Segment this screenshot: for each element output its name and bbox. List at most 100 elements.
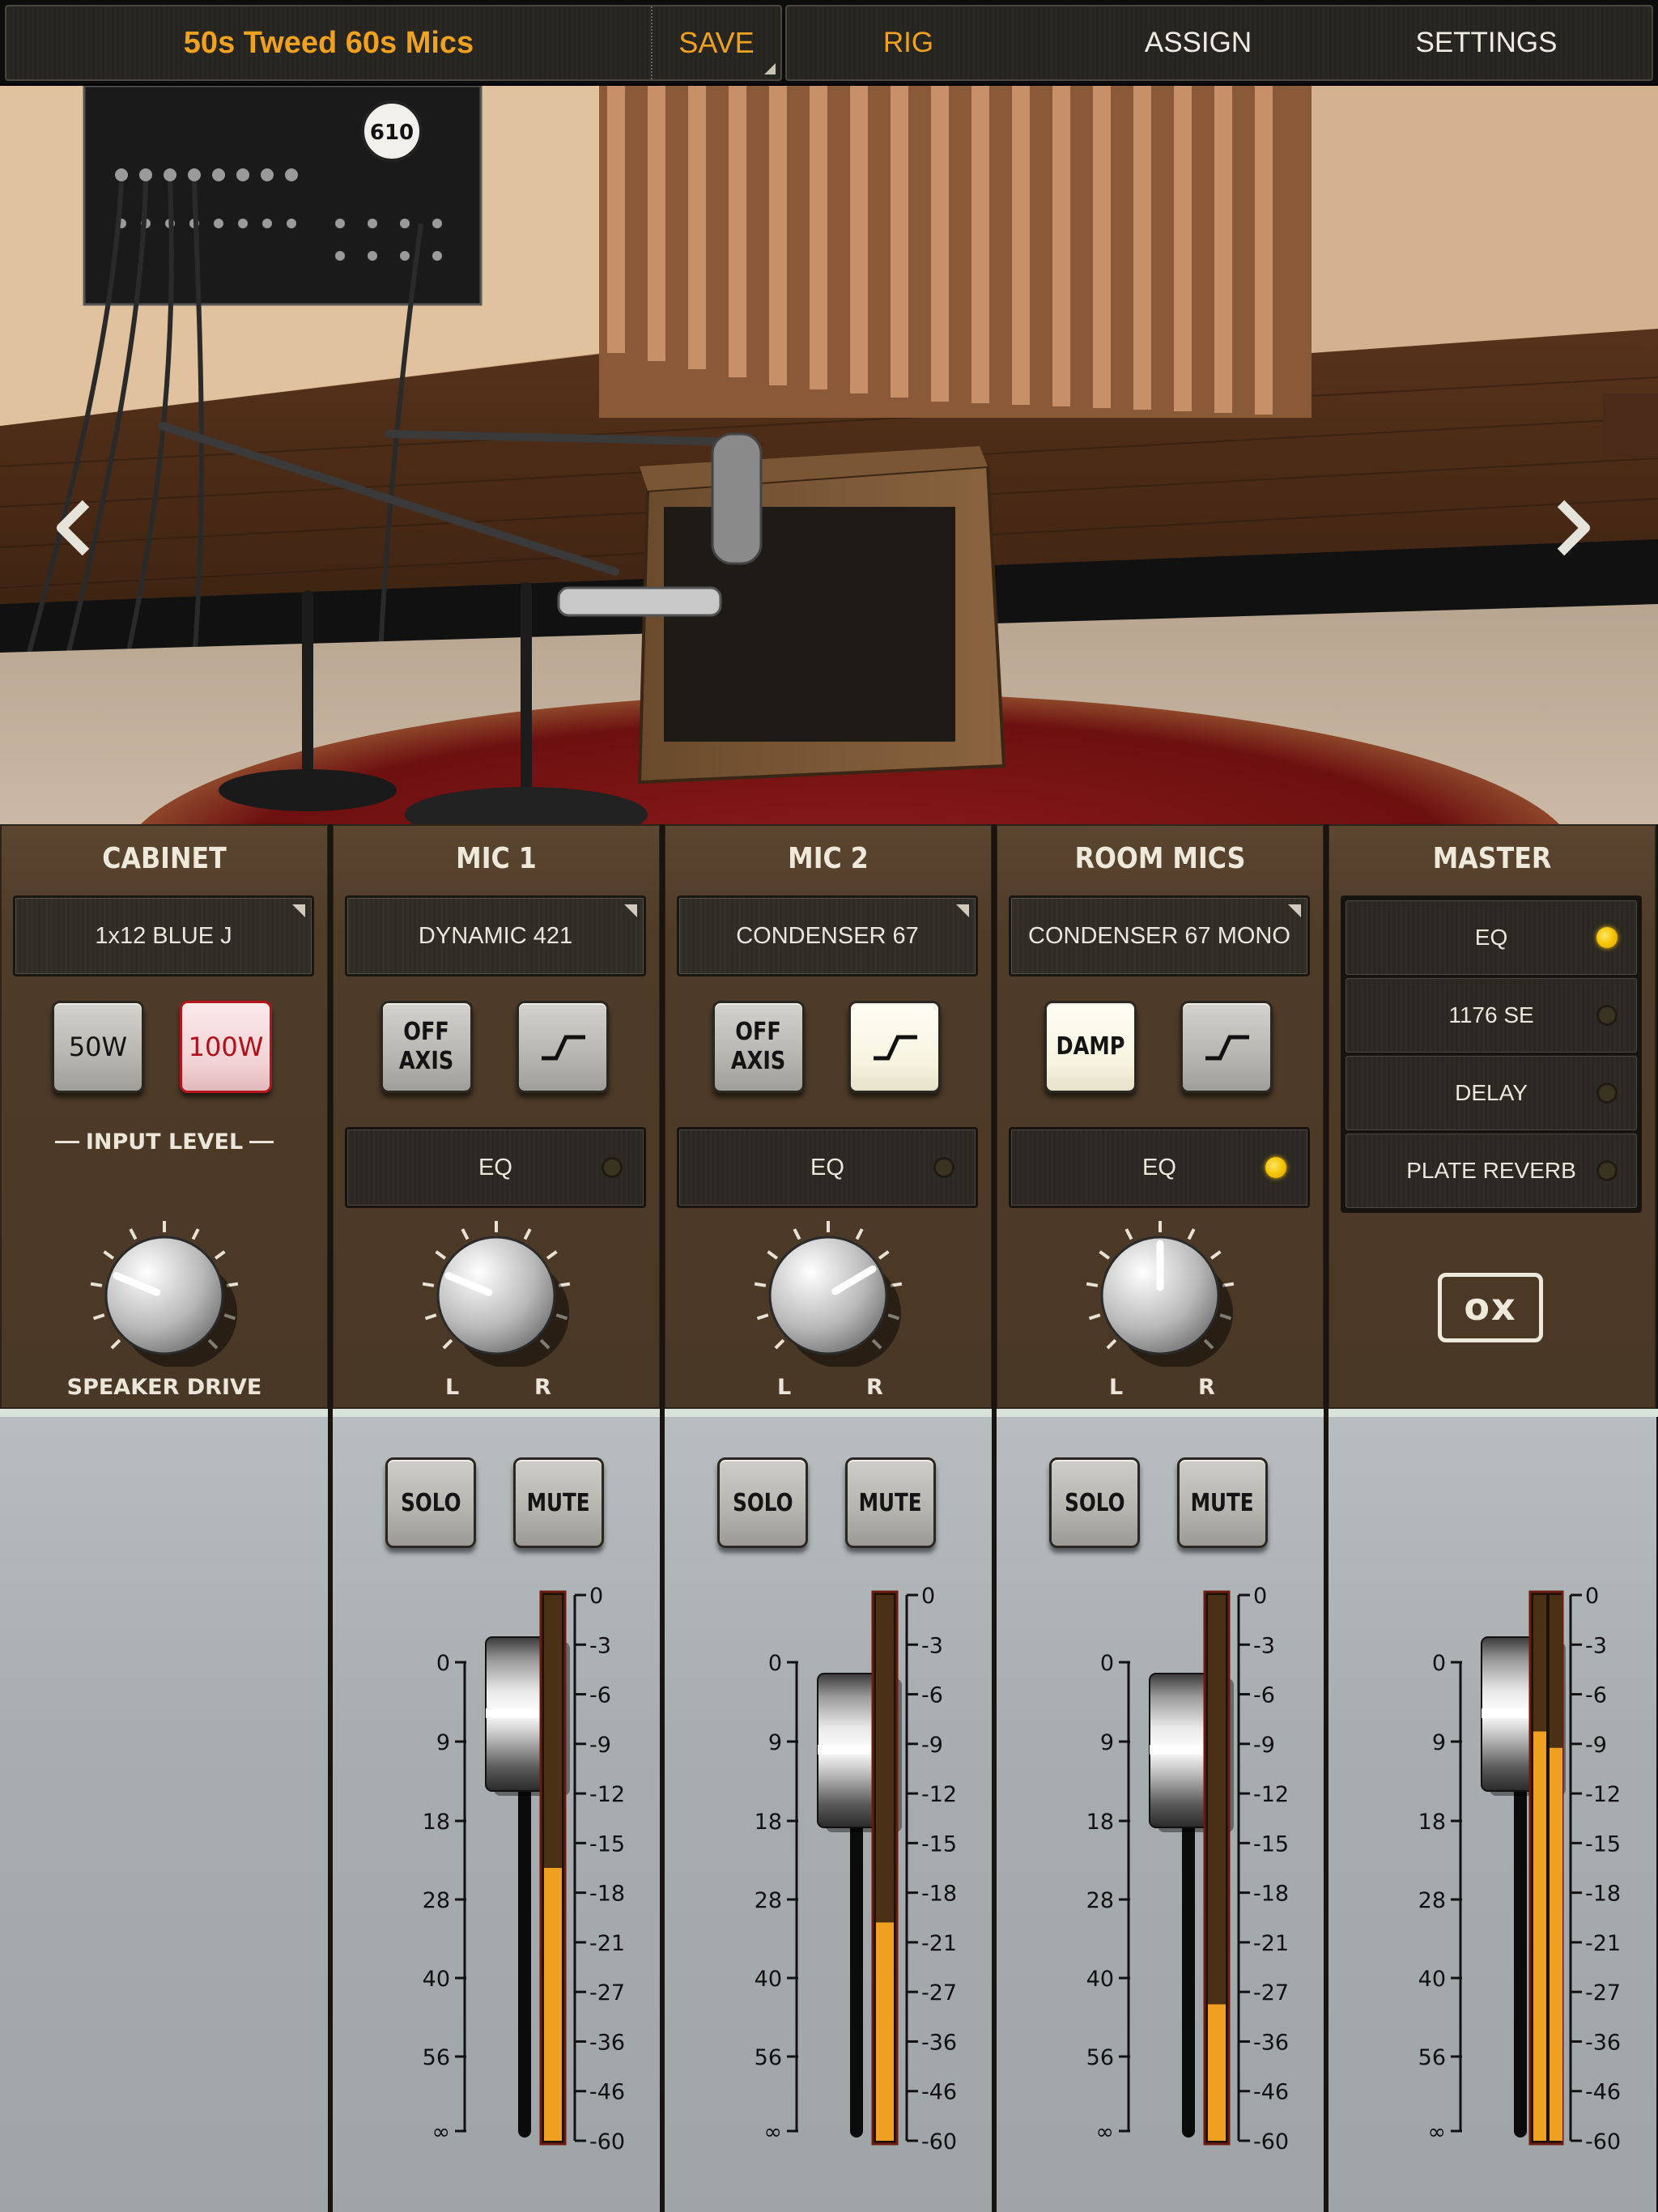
room-lowcut-button[interactable] — [1180, 1001, 1273, 1093]
master-fx-eq[interactable]: EQ — [1346, 900, 1637, 975]
master-fx-delay[interactable]: DELAY — [1346, 1056, 1637, 1130]
mic2-pan-knob[interactable] — [664, 1221, 993, 1368]
room-pan-knob[interactable] — [996, 1221, 1324, 1368]
cabinet-strip: CABINET 1x12 BLUE J 50W 100W INPUT LEVEL… — [0, 824, 329, 2212]
low-cut-filter-icon — [1205, 1035, 1249, 1061]
mic2-off-axis-button[interactable]: OFF AXIS — [712, 1001, 805, 1093]
room-mics-model-selector[interactable]: CONDENSER 67 MONO — [1009, 895, 1310, 976]
save-label: SAVE — [678, 26, 755, 59]
column-separator — [328, 824, 333, 2212]
mic2-off-axis-line2: AXIS — [731, 1047, 786, 1075]
fader-scale-label: ∞ — [764, 2120, 783, 2145]
fader-scale-label: 40 — [755, 1967, 782, 1992]
input-level-label: INPUT LEVEL — [49, 1125, 280, 1158]
speaker-drive-knob-area: SPEAKER DRIVE — [0, 1221, 329, 1409]
knob-tick — [878, 1250, 890, 1260]
room-mics-strip: ROOM MICS CONDENSER 67 MONO DAMP EQ L R … — [996, 824, 1324, 2212]
fader-scale-label: 40 — [423, 1967, 450, 1992]
room-mics-title: ROOM MICS — [1074, 842, 1246, 875]
meter-scale-label: -21 — [1585, 1931, 1621, 1956]
meter-scale-label: -12 — [1253, 1782, 1289, 1807]
meter-scale-label: -18 — [1253, 1882, 1289, 1907]
meter-scale-label: -21 — [1253, 1931, 1289, 1956]
meter-scale-label: -3 — [589, 1633, 611, 1658]
master-fx-plate-reverb-led — [1596, 1160, 1618, 1181]
save-button[interactable]: SAVE — [653, 6, 780, 79]
cabinet-model-selector[interactable]: 1x12 BLUE J — [13, 895, 314, 976]
meter-scale-label: -6 — [1585, 1683, 1607, 1708]
prev-scene-button[interactable] — [53, 499, 102, 572]
mic2-lowcut-button[interactable] — [848, 1001, 941, 1093]
next-scene-button[interactable] — [1553, 499, 1601, 572]
dropdown-corner-icon — [956, 904, 969, 917]
master-fx-1176[interactable]: 1176 SE — [1346, 978, 1637, 1053]
knob-tick — [774, 1338, 785, 1350]
mic2-off-axis-line1: OFF — [735, 1018, 782, 1046]
meter-scale-label: -27 — [1585, 1980, 1621, 2006]
mic1-eq-toggle[interactable]: EQ — [345, 1127, 646, 1208]
fader-scale-label: 18 — [1086, 1810, 1114, 1835]
master-fx-list: EQ 1176 SE DELAY PLATE REVERB — [1341, 895, 1642, 1213]
dropdown-corner-icon — [1288, 904, 1301, 917]
room-pan-l-label: L — [1109, 1375, 1124, 1400]
meter-scale-label: -36 — [1253, 2030, 1289, 2055]
power-100w-button[interactable]: 100W — [180, 1001, 272, 1093]
room-eq-toggle[interactable]: EQ — [1009, 1127, 1310, 1208]
meter-scale-label: -46 — [1253, 2080, 1289, 2105]
mixer-strips: CABINET 1x12 BLUE J 50W 100W INPUT LEVEL… — [0, 824, 1658, 2212]
tab-assign[interactable]: ASSIGN — [1077, 6, 1320, 79]
fader-scale-label: 28 — [1086, 1888, 1114, 1913]
mic2-eq-label: EQ — [810, 1155, 844, 1180]
power-50w-button[interactable]: 50W — [52, 1001, 144, 1093]
mic1-pan-knob[interactable] — [332, 1221, 661, 1368]
mic2-fader-and-meter[interactable]: 0 9 18 28 40 56 ∞ 0 -3 -6 -9 -12 -15 -18 -21 -27 -36 -46 -… — [664, 1409, 993, 2212]
mic1-pan-l-label: L — [445, 1375, 460, 1400]
fader-scale-label: 56 — [755, 2045, 782, 2070]
tab-settings[interactable]: SETTINGS — [1365, 6, 1608, 79]
meter-scale-label: -60 — [921, 2129, 957, 2155]
knob-tick — [855, 1228, 864, 1240]
mic2-eq-led — [933, 1157, 954, 1178]
fader-scale-label: 40 — [1086, 1967, 1114, 1992]
fader-scale-label: 9 — [436, 1730, 450, 1755]
mic2-eq-toggle[interactable]: EQ — [677, 1127, 978, 1208]
chevron-left-icon — [57, 500, 90, 556]
mic1-lowcut-button[interactable] — [517, 1001, 609, 1093]
meter-scale-label: -60 — [1253, 2129, 1289, 2155]
meter-scale-label: -6 — [589, 1683, 611, 1708]
mic1-off-axis-button[interactable]: OFF AXIS — [380, 1001, 473, 1093]
mic1-off-axis-line1: OFF — [403, 1018, 450, 1046]
power-50w-label: 50W — [68, 1032, 128, 1062]
meter-level — [544, 1868, 562, 2141]
knob-tick — [1209, 1250, 1222, 1260]
meter-scale-label: -18 — [1585, 1882, 1621, 1907]
meter-scale-label: -15 — [921, 1831, 957, 1857]
speaker-drive-knob[interactable] — [0, 1221, 329, 1368]
fader-scale-label: ∞ — [1428, 2120, 1447, 2145]
fader-scale-label: 9 — [1100, 1730, 1114, 1755]
master-fader-and-meter[interactable]: 0 9 18 28 40 56 ∞ 0 -3 -6 -9 -12 -15 -18 -21 -27 -36 -46 -… — [1328, 1409, 1656, 2212]
meter-scale-label: -36 — [921, 2030, 957, 2055]
meter-scale-label: -21 — [589, 1931, 625, 1956]
knob-tick — [793, 1228, 801, 1240]
fader-scale-label: 0 — [768, 1651, 782, 1676]
mic2-model-selector[interactable]: CONDENSER 67 — [677, 895, 978, 976]
meter-scale-label: -18 — [589, 1882, 625, 1907]
room-fader-and-meter[interactable]: 0 9 18 28 40 56 ∞ 0 -3 -6 -9 -12 -15 -18 -21 -27 -36 -46 -… — [996, 1409, 1324, 2212]
mic1-model-selector[interactable]: DYNAMIC 421 — [345, 895, 646, 976]
master-fx-1176-label: 1176 SE — [1448, 1002, 1534, 1027]
preset-name[interactable]: 50s Tweed 60s Mics — [6, 6, 651, 79]
nav-segment: RIG ASSIGN SETTINGS — [785, 5, 1653, 81]
save-dropdown-indicator-icon — [764, 63, 776, 74]
mic1-fader-and-meter[interactable]: 0 9 18 28 40 56 ∞ 0 -3 -6 -9 -12 -15 -18 -21 -27 -36 -46 -… — [332, 1409, 661, 2212]
knob-tick — [422, 1282, 435, 1287]
knob-body — [436, 1236, 556, 1355]
room-damp-button[interactable]: DAMP — [1044, 1001, 1137, 1093]
master-fx-plate-reverb[interactable]: PLATE REVERB — [1346, 1134, 1637, 1208]
knob-tick — [103, 1250, 115, 1260]
patch-panel-badge: 610 — [370, 121, 414, 145]
meter-scale-label: -12 — [921, 1782, 957, 1807]
mic2-model-label: CONDENSER 67 — [736, 923, 919, 949]
meter-scale-label: -6 — [921, 1683, 943, 1708]
tab-rig[interactable]: RIG — [787, 6, 1030, 79]
